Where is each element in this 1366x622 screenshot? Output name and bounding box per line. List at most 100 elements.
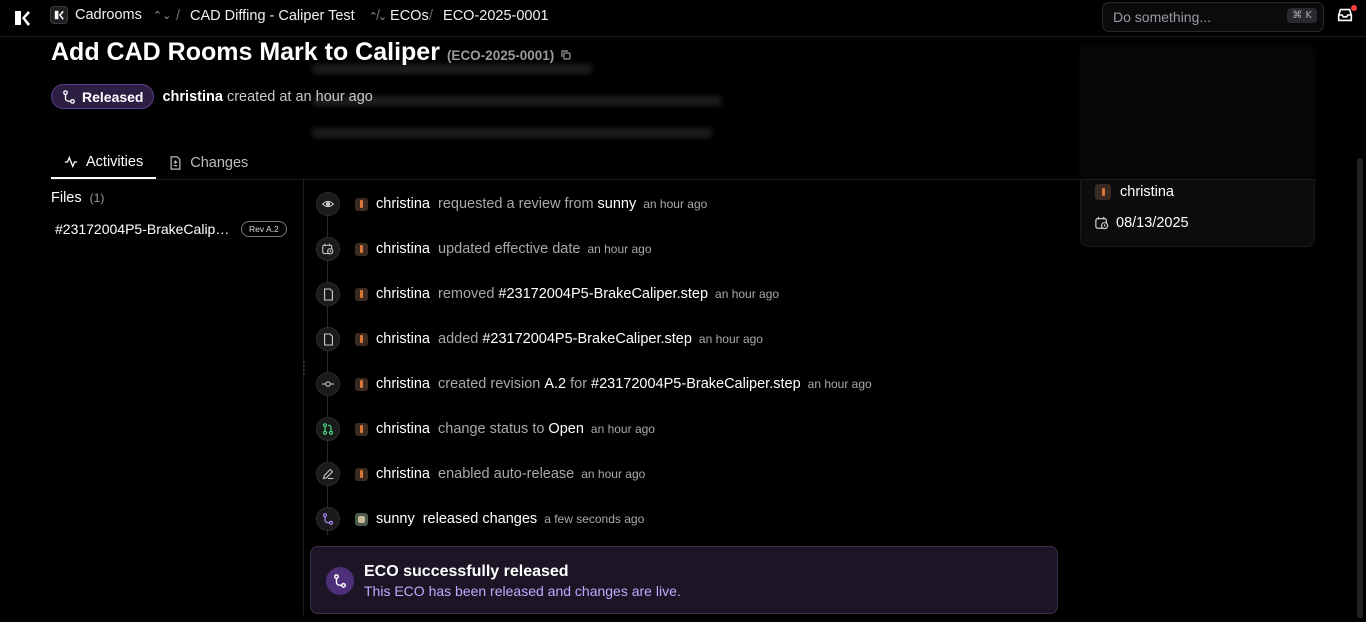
avatar	[355, 512, 368, 526]
avatar	[355, 422, 368, 436]
shortcut-badge: ⌘ K	[1287, 8, 1317, 23]
effective-date-row[interactable]: 08/13/2025	[1095, 215, 1189, 231]
activity-verb: removed	[438, 286, 495, 302]
section-name: ECOs	[390, 8, 429, 24]
project-name: CAD Diffing - Caliper Test	[190, 8, 355, 24]
git-merge-icon	[63, 89, 75, 104]
activity-verb: added	[438, 331, 479, 347]
activity-item: christina removed #23172004P5-BrakeCalip…	[316, 282, 779, 306]
tab-changes[interactable]: Changes	[156, 147, 261, 179]
file-icon	[316, 327, 340, 351]
activity-verb: created revision	[438, 376, 541, 392]
effective-date: 08/13/2025	[1116, 215, 1189, 231]
app-logo-icon[interactable]	[12, 8, 32, 28]
owner-row[interactable]: christina	[1095, 184, 1174, 200]
activity-time: an hour ago	[590, 422, 655, 436]
scrollbar[interactable]	[1357, 158, 1363, 618]
breadcrumb-ecos[interactable]: / ECOs	[376, 8, 429, 24]
activity-icon	[64, 155, 78, 169]
owner-name: christina	[1120, 184, 1174, 200]
activity-item: christina added #23172004P5-BrakeCaliper…	[316, 327, 763, 351]
eco-name: ECO-2025-0001	[443, 8, 549, 24]
activity-actor[interactable]: christina	[376, 466, 430, 482]
activity-actor[interactable]: christina	[376, 286, 430, 302]
activity-item: christina requested a review from sunny …	[316, 192, 707, 216]
status-row: Released christina created at an hour ag…	[51, 84, 373, 109]
creator-name: christina	[162, 88, 223, 105]
activity-actor[interactable]: sunny	[376, 511, 415, 527]
notification-dot	[1351, 5, 1357, 11]
activity-object: A.2	[544, 376, 567, 392]
eye-icon	[316, 192, 340, 216]
activity-object[interactable]: #23172004P5-BrakeCaliper.step	[591, 376, 801, 392]
inbox-button[interactable]	[1336, 5, 1357, 26]
breadcrumb-separator: /	[176, 8, 181, 24]
files-count: (1)	[89, 191, 105, 205]
activity-verb: requested a review from	[438, 196, 594, 212]
merge-icon	[316, 507, 340, 531]
tab-label: Activities	[86, 154, 144, 170]
activity-item: christina enabled auto-release an hour a…	[316, 462, 645, 486]
status-badge: Released	[51, 84, 155, 109]
activity-time: an hour ago	[581, 467, 646, 481]
files-title: Files	[51, 190, 82, 206]
activity-time: a few seconds ago	[544, 512, 645, 526]
breadcrumb-separator: /	[429, 8, 434, 24]
chevron-up-down-icon: ⌃⌄	[152, 9, 172, 22]
files-heading: Files (1)	[51, 190, 104, 206]
activity-actor[interactable]: christina	[376, 196, 430, 212]
activity-object[interactable]: #23172004P5-BrakeCaliper.step	[482, 331, 692, 347]
activity-item: christina change status to Open an hour …	[316, 417, 655, 441]
git-merge-icon	[326, 567, 354, 595]
org-switcher[interactable]: Cadrooms ⌃⌄	[50, 6, 171, 24]
top-bar: Cadrooms ⌃⌄ / CAD Diffing - Caliper Test…	[0, 0, 1366, 37]
panel-divider	[303, 180, 304, 615]
activity-time: an hour ago	[643, 197, 708, 211]
calendar-clock-icon	[1095, 216, 1109, 230]
file-diff-icon	[170, 156, 181, 170]
tab-label: Changes	[190, 155, 249, 171]
activity-item: christina created revision A.2 for #2317…	[316, 372, 872, 396]
avatar	[355, 287, 368, 301]
activity-object: released changes	[422, 511, 538, 527]
tab-bar: Activities Changes	[51, 147, 261, 180]
eco-title: Add CAD Rooms Mark to Caliper	[51, 38, 440, 66]
blurred-activity-preview	[312, 50, 772, 175]
file-name: #23172004P5-BrakeCaliper.step	[55, 221, 231, 237]
avatar	[355, 197, 368, 211]
resize-handle-icon[interactable]: ⋮ ⋮	[299, 362, 309, 377]
avatar	[355, 242, 368, 256]
tab-activities[interactable]: Activities	[51, 147, 157, 179]
command-search-input[interactable]: Do something... ⌘ K	[1102, 2, 1324, 32]
activity-time: an hour ago	[698, 332, 763, 346]
banner-description: This ECO has been released and changes a…	[364, 583, 681, 599]
revision-badge: Rev A.2	[241, 221, 287, 237]
avatar	[355, 377, 368, 391]
commit-icon	[316, 372, 340, 396]
activity-actor[interactable]: christina	[376, 331, 430, 347]
activity-actor[interactable]: christina	[376, 241, 430, 257]
org-logo-icon	[50, 6, 68, 24]
breadcrumb-eco[interactable]: / ECO-2025-0001	[429, 8, 549, 24]
banner-title: ECO successfully released	[364, 563, 569, 580]
activity-verb: change status to	[438, 421, 545, 437]
activity-actor[interactable]: christina	[376, 421, 430, 437]
activity-verb: for	[570, 376, 588, 392]
activity-item: christina updated effective date an hour…	[316, 237, 652, 261]
status-label: Released	[82, 88, 144, 105]
activity-object: sunny	[597, 196, 637, 212]
activity-verb: enabled auto-release	[438, 466, 575, 482]
blurred-side-panel	[1080, 46, 1315, 180]
page-title: Add CAD Rooms Mark to Caliper (ECO-2025-…	[51, 38, 571, 67]
avatar	[355, 332, 368, 346]
activity-actor[interactable]: christina	[376, 376, 430, 392]
copy-icon[interactable]	[561, 50, 571, 60]
activity-object[interactable]: #23172004P5-BrakeCaliper.step	[498, 286, 708, 302]
eco-id: (ECO-2025-0001)	[446, 48, 555, 63]
activity-verb: updated effective date	[438, 241, 581, 257]
calendar-clock-icon	[316, 237, 340, 261]
breadcrumb-project[interactable]: / CAD Diffing - Caliper Test ⌃⌄	[176, 8, 387, 24]
activity-time: an hour ago	[715, 287, 780, 301]
command-placeholder: Do something...	[1113, 9, 1212, 25]
file-item[interactable]: #23172004P5-BrakeCaliper.step Rev A.2	[55, 221, 287, 237]
